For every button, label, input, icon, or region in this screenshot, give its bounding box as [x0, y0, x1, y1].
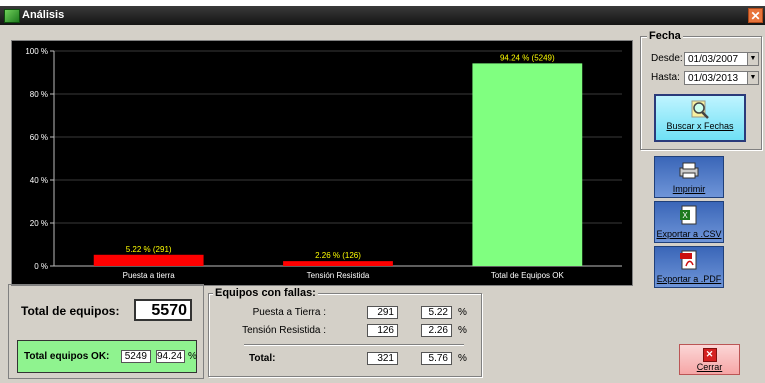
buscar-por-fechas-button[interactable]: Buscar x Fechas [654, 94, 746, 142]
cerrar-button[interactable]: ✕ Cerrar [679, 344, 740, 375]
falla-label-tension: Tensión Resistida : [242, 325, 326, 336]
pdf-icon [680, 250, 697, 270]
bar-data-label: 5.22 % (291) [126, 245, 172, 254]
excel-icon: X [680, 205, 697, 225]
fallas-total-count: 321 [367, 352, 398, 365]
y-tick-label: 20 % [30, 219, 48, 228]
falla-pct-tension: 2.26 [421, 324, 452, 337]
fallas-total-pct: 5.76 [421, 352, 452, 365]
y-tick-label: 0 % [34, 262, 48, 271]
bar-data-label: 2.26 % (126) [315, 251, 361, 260]
y-tick-label: 100 % [25, 47, 48, 56]
bar [472, 63, 583, 266]
chart-canvas: 0 % 20 % 40 % 60 % 80 % 100 % 5.22 % (291) Pues… [25, 47, 622, 280]
x-tick-label: Total de Equipos OK [491, 271, 565, 280]
bar-data-label: 94.24 % (5249) [500, 53, 555, 62]
y-tick-label: 40 % [30, 176, 48, 185]
fecha-legend: Fecha [647, 30, 683, 42]
close-icon: ✕ [702, 348, 717, 362]
window-title: Análisis [22, 9, 65, 21]
analysis-window: Análisis ✕ 0 % 20 % 40 % 60 % 80 % 100 % 5.22 … [0, 6, 765, 383]
hasta-label: Hasta: [651, 72, 680, 83]
close-window-button[interactable]: ✕ [748, 8, 763, 23]
exportar-csv-button[interactable]: X Exportar a .CSV [654, 201, 724, 243]
imprimir-label: Imprimir [672, 184, 706, 194]
bar [93, 254, 204, 266]
falla-count-puesta: 291 [367, 306, 398, 319]
desde-dropdown-button[interactable]: ▼ [747, 52, 759, 66]
fallas-legend: Equipos con fallas: [213, 287, 318, 299]
fallas-total-label: Total: [249, 353, 276, 364]
y-tick-label: 60 % [30, 133, 48, 142]
hasta-dropdown-button[interactable]: ▼ [747, 71, 759, 85]
falla-pct-puesta: 5.22 [421, 306, 452, 319]
fallas-total-pct-sign: % [458, 353, 467, 364]
x-tick-label: Tensión Resistida [307, 271, 370, 280]
magnifier-icon [691, 100, 709, 119]
total-ok-label: Total equipos OK: [24, 351, 110, 362]
ok-summary-box: Total equipos OK: 5249 94.24 % [17, 340, 197, 373]
fallas-group: Equipos con fallas: Puesta a Tierra : 29… [208, 287, 482, 377]
total-ok-pct: 94.24 [156, 350, 185, 363]
desde-date-field[interactable]: 01/03/2007 [684, 52, 748, 66]
falla-pct-sign-tension: % [458, 325, 467, 336]
fallas-divider [244, 344, 464, 346]
imprimir-button[interactable]: Imprimir [654, 156, 724, 198]
falla-pct-sign-puesta: % [458, 307, 467, 318]
title-bar: Análisis ✕ [0, 6, 765, 25]
fecha-group: Fecha Desde: 01/03/2007 ▼ Hasta: 01/03/2… [640, 30, 762, 150]
exportar-pdf-button[interactable]: Exportar a .PDF [654, 246, 724, 288]
bar [283, 261, 393, 266]
y-tick-label: 80 % [30, 90, 48, 99]
exportar-pdf-label: Exportar a .PDF [656, 274, 722, 284]
cerrar-label: Cerrar [696, 362, 723, 372]
falla-count-tension: 126 [367, 324, 398, 337]
hasta-date-field[interactable]: 01/03/2013 [684, 71, 748, 85]
app-icon [4, 9, 20, 23]
bar-chart: 0 % 20 % 40 % 60 % 80 % 100 % 5.22 % (291) Pues… [11, 40, 633, 286]
falla-label-puesta: Puesta a Tierra : [252, 307, 326, 318]
desde-label: Desde: [651, 53, 683, 64]
total-ok-count: 5249 [121, 350, 151, 363]
total-ok-pct-sign: % [188, 351, 197, 362]
printer-icon [679, 162, 699, 179]
svg-text:X: X [682, 211, 688, 220]
total-equipos-value: 5570 [134, 299, 192, 321]
exportar-csv-label: Exportar a .CSV [656, 229, 722, 239]
x-tick-label: Puesta a tierra [123, 271, 176, 280]
total-equipos-label: Total de equipos: [21, 304, 120, 318]
totals-panel: Total de equipos: 5570 Total equipos OK:… [8, 284, 204, 379]
buscar-label: Buscar x Fechas [666, 121, 734, 131]
